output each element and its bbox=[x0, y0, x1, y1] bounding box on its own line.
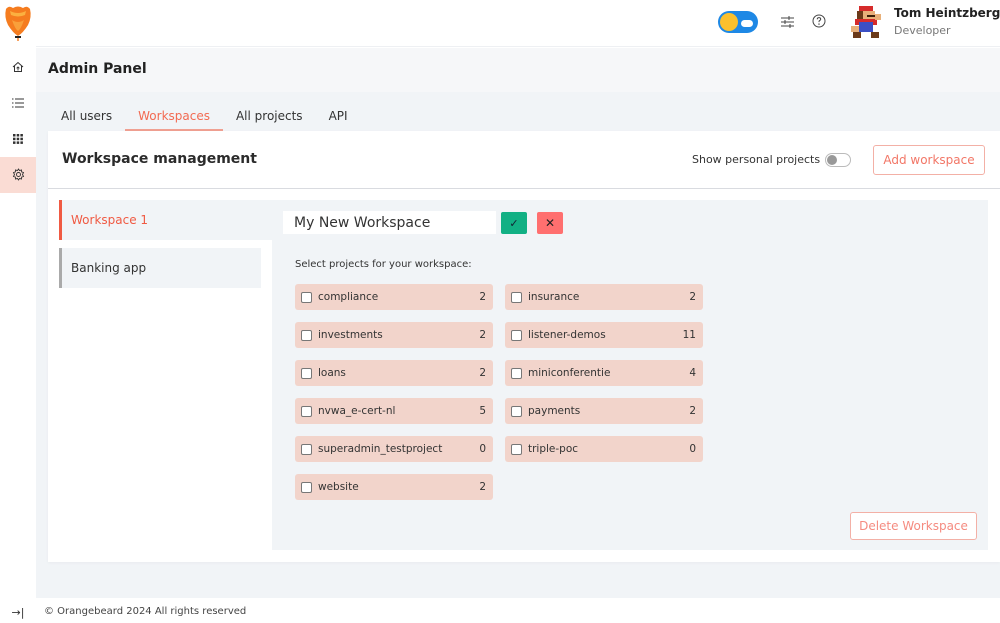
workspace-name-input[interactable] bbox=[283, 211, 496, 234]
project-name: website bbox=[318, 481, 359, 493]
delete-workspace-button[interactable]: Delete Workspace bbox=[850, 512, 977, 540]
project-item[interactable]: loans 2 bbox=[295, 360, 493, 386]
filter-settings-button[interactable] bbox=[777, 12, 797, 32]
page-header: Admin Panel bbox=[36, 48, 1000, 92]
help-icon bbox=[812, 13, 826, 32]
project-checkbox[interactable] bbox=[301, 481, 312, 493]
user-avatar[interactable] bbox=[847, 4, 887, 40]
theme-toggle[interactable] bbox=[718, 11, 758, 33]
workspace-list: Workspace 1 Banking app bbox=[59, 200, 272, 296]
project-item[interactable]: nvwa_e-cert-nl 5 bbox=[295, 398, 493, 424]
project-checkbox[interactable] bbox=[511, 405, 522, 417]
project-count: 4 bbox=[689, 367, 696, 379]
check-icon: ✓ bbox=[509, 216, 519, 230]
add-workspace-button[interactable]: Add workspace bbox=[873, 145, 985, 175]
sliders-icon bbox=[780, 13, 794, 32]
project-count: 0 bbox=[479, 443, 486, 455]
cancel-name-button[interactable]: ✕ bbox=[537, 212, 563, 234]
workspace-detail-panel: ✓ ✕ Select projects for your workspace: … bbox=[272, 200, 988, 550]
gear-icon bbox=[12, 166, 25, 185]
project-checkbox[interactable] bbox=[511, 329, 522, 341]
project-count: 2 bbox=[479, 291, 486, 303]
rail-item-grid[interactable] bbox=[0, 120, 36, 156]
project-name: payments bbox=[528, 405, 581, 417]
project-count: 2 bbox=[689, 291, 696, 303]
top-bar: Tom Heintzberger Developer bbox=[36, 0, 1000, 47]
project-checkbox[interactable] bbox=[301, 405, 312, 417]
project-name: investments bbox=[318, 329, 383, 341]
project-name: listener-demos bbox=[528, 329, 606, 341]
expand-icon: →| bbox=[11, 605, 25, 619]
orangebeard-logo[interactable] bbox=[3, 3, 33, 41]
project-count: 11 bbox=[682, 329, 696, 341]
tab-all-users[interactable]: All users bbox=[48, 100, 125, 131]
project-checkbox[interactable] bbox=[301, 443, 312, 455]
page-title: Admin Panel bbox=[48, 61, 147, 77]
footer-copyright: © Orangebeard 2024 All rights reserved bbox=[44, 606, 247, 617]
project-checkbox[interactable] bbox=[511, 291, 522, 303]
list-icon bbox=[12, 93, 24, 112]
project-count: 5 bbox=[479, 405, 486, 417]
workspace-management-card: Workspace management Show personal proje… bbox=[48, 131, 1000, 562]
select-projects-label: Select projects for your workspace: bbox=[295, 259, 472, 270]
app-root: →| Tom Heintzberg Developer Admin Panel … bbox=[0, 0, 1000, 623]
project-name: compliance bbox=[318, 291, 379, 303]
help-button[interactable] bbox=[809, 12, 829, 32]
project-checkbox[interactable] bbox=[301, 367, 312, 379]
toggle-knob bbox=[827, 155, 837, 165]
workspace-item-banking-app[interactable]: Banking app bbox=[59, 248, 261, 288]
project-count: 0 bbox=[689, 443, 696, 455]
admin-tabs: All users Workspaces All projects API bbox=[48, 100, 361, 131]
project-name: superadmin_testproject bbox=[318, 443, 443, 455]
project-count: 2 bbox=[479, 481, 486, 493]
project-checkbox[interactable] bbox=[511, 367, 522, 379]
project-item[interactable]: compliance 2 bbox=[295, 284, 493, 310]
sun-icon bbox=[720, 13, 738, 31]
project-item[interactable]: triple-poc 0 bbox=[505, 436, 703, 462]
user-role: Developer bbox=[894, 24, 951, 37]
show-personal-projects-label: Show personal projects bbox=[692, 153, 821, 166]
project-count: 2 bbox=[479, 367, 486, 379]
project-item[interactable]: website 2 bbox=[295, 474, 493, 500]
project-item[interactable]: payments 2 bbox=[505, 398, 703, 424]
project-checkbox[interactable] bbox=[301, 329, 312, 341]
tab-api[interactable]: API bbox=[316, 100, 361, 131]
rail-item-settings[interactable] bbox=[0, 157, 36, 193]
workspace-item-workspace-1[interactable]: Workspace 1 bbox=[59, 200, 272, 240]
card-title: Workspace management bbox=[62, 151, 257, 167]
project-item[interactable]: investments 2 bbox=[295, 322, 493, 348]
rail-item-home[interactable] bbox=[0, 49, 36, 85]
project-item[interactable]: superadmin_testproject 0 bbox=[295, 436, 493, 462]
cloud-icon bbox=[741, 20, 753, 27]
project-name: triple-poc bbox=[528, 443, 579, 455]
grid-icon bbox=[13, 129, 23, 148]
show-personal-projects-toggle[interactable] bbox=[825, 153, 851, 167]
project-checkbox[interactable] bbox=[301, 291, 312, 303]
project-count: 2 bbox=[689, 405, 696, 417]
project-item[interactable]: listener-demos 11 bbox=[505, 322, 703, 348]
project-name: insurance bbox=[528, 291, 580, 303]
user-name: Tom Heintzberger bbox=[894, 6, 1000, 20]
project-name: nvwa_e-cert-nl bbox=[318, 405, 396, 417]
project-name: loans bbox=[318, 367, 346, 379]
project-checkbox[interactable] bbox=[511, 443, 522, 455]
project-item[interactable]: insurance 2 bbox=[505, 284, 703, 310]
divider bbox=[48, 188, 1000, 189]
expand-sidebar-button[interactable]: →| bbox=[0, 602, 36, 622]
home-icon bbox=[12, 58, 24, 77]
project-item[interactable]: miniconferentie 4 bbox=[505, 360, 703, 386]
rail-item-list[interactable] bbox=[0, 84, 36, 120]
tab-workspaces[interactable]: Workspaces bbox=[125, 100, 223, 131]
left-rail: →| bbox=[0, 0, 36, 623]
tab-all-projects[interactable]: All projects bbox=[223, 100, 316, 131]
project-name: miniconferentie bbox=[528, 367, 611, 379]
close-icon: ✕ bbox=[544, 216, 556, 230]
confirm-name-button[interactable]: ✓ bbox=[501, 212, 527, 234]
project-count: 2 bbox=[479, 329, 486, 341]
